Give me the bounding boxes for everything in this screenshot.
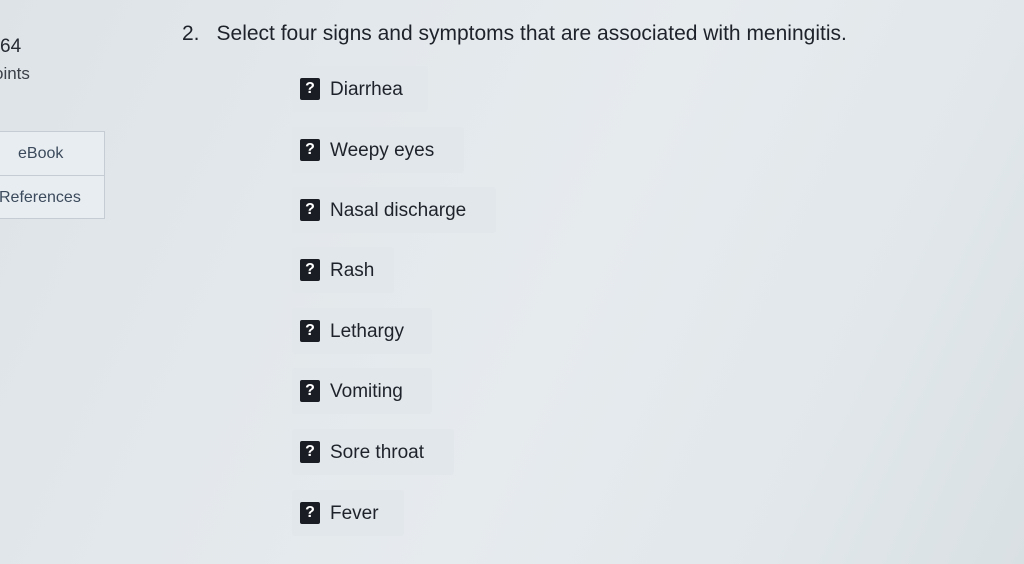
question-prompt: 2. Select four signs and symptoms that ar… — [182, 22, 847, 46]
question-text: Select four signs and symptoms that are … — [216, 22, 847, 45]
option-fever[interactable]: ? Fever — [292, 490, 404, 536]
option-weepy-eyes[interactable]: ? Weepy eyes — [292, 127, 464, 173]
ebook-link[interactable]: eBook — [0, 132, 105, 176]
question-mark-icon: ? — [300, 78, 320, 100]
option-label: Vomiting — [330, 381, 403, 402]
option-lethargy[interactable]: ? Lethargy — [292, 308, 432, 354]
option-label: Diarrhea — [330, 79, 403, 100]
question-mark-icon: ? — [300, 441, 320, 463]
points-label: oints — [0, 64, 30, 83]
references-link[interactable]: References — [0, 176, 105, 220]
option-label: Weepy eyes — [330, 140, 435, 161]
option-vomiting[interactable]: ? Vomiting — [292, 368, 432, 414]
question-mark-icon: ? — [300, 502, 320, 524]
question-mark-icon: ? — [300, 199, 320, 221]
option-rash[interactable]: ? Rash — [292, 247, 394, 293]
question-mark-icon: ? — [300, 259, 320, 281]
question-number: 2. — [182, 22, 200, 45]
option-sore-throat[interactable]: ? Sore throat — [292, 429, 454, 475]
question-mark-icon: ? — [300, 380, 320, 402]
option-label: Fever — [330, 503, 379, 524]
question-mark-icon: ? — [300, 320, 320, 342]
points-value: 64 — [0, 36, 22, 57]
option-nasal-discharge[interactable]: ? Nasal discharge — [292, 187, 496, 233]
resource-links: eBook References — [0, 131, 105, 219]
option-label: Nasal discharge — [330, 200, 467, 221]
left-sidebar: 64 oints eBook References — [0, 0, 130, 564]
question-mark-icon: ? — [300, 139, 320, 161]
option-label: Rash — [330, 260, 375, 281]
option-diarrhea[interactable]: ? Diarrhea — [292, 66, 428, 112]
option-label: Sore throat — [330, 442, 424, 463]
option-label: Lethargy — [330, 321, 404, 342]
